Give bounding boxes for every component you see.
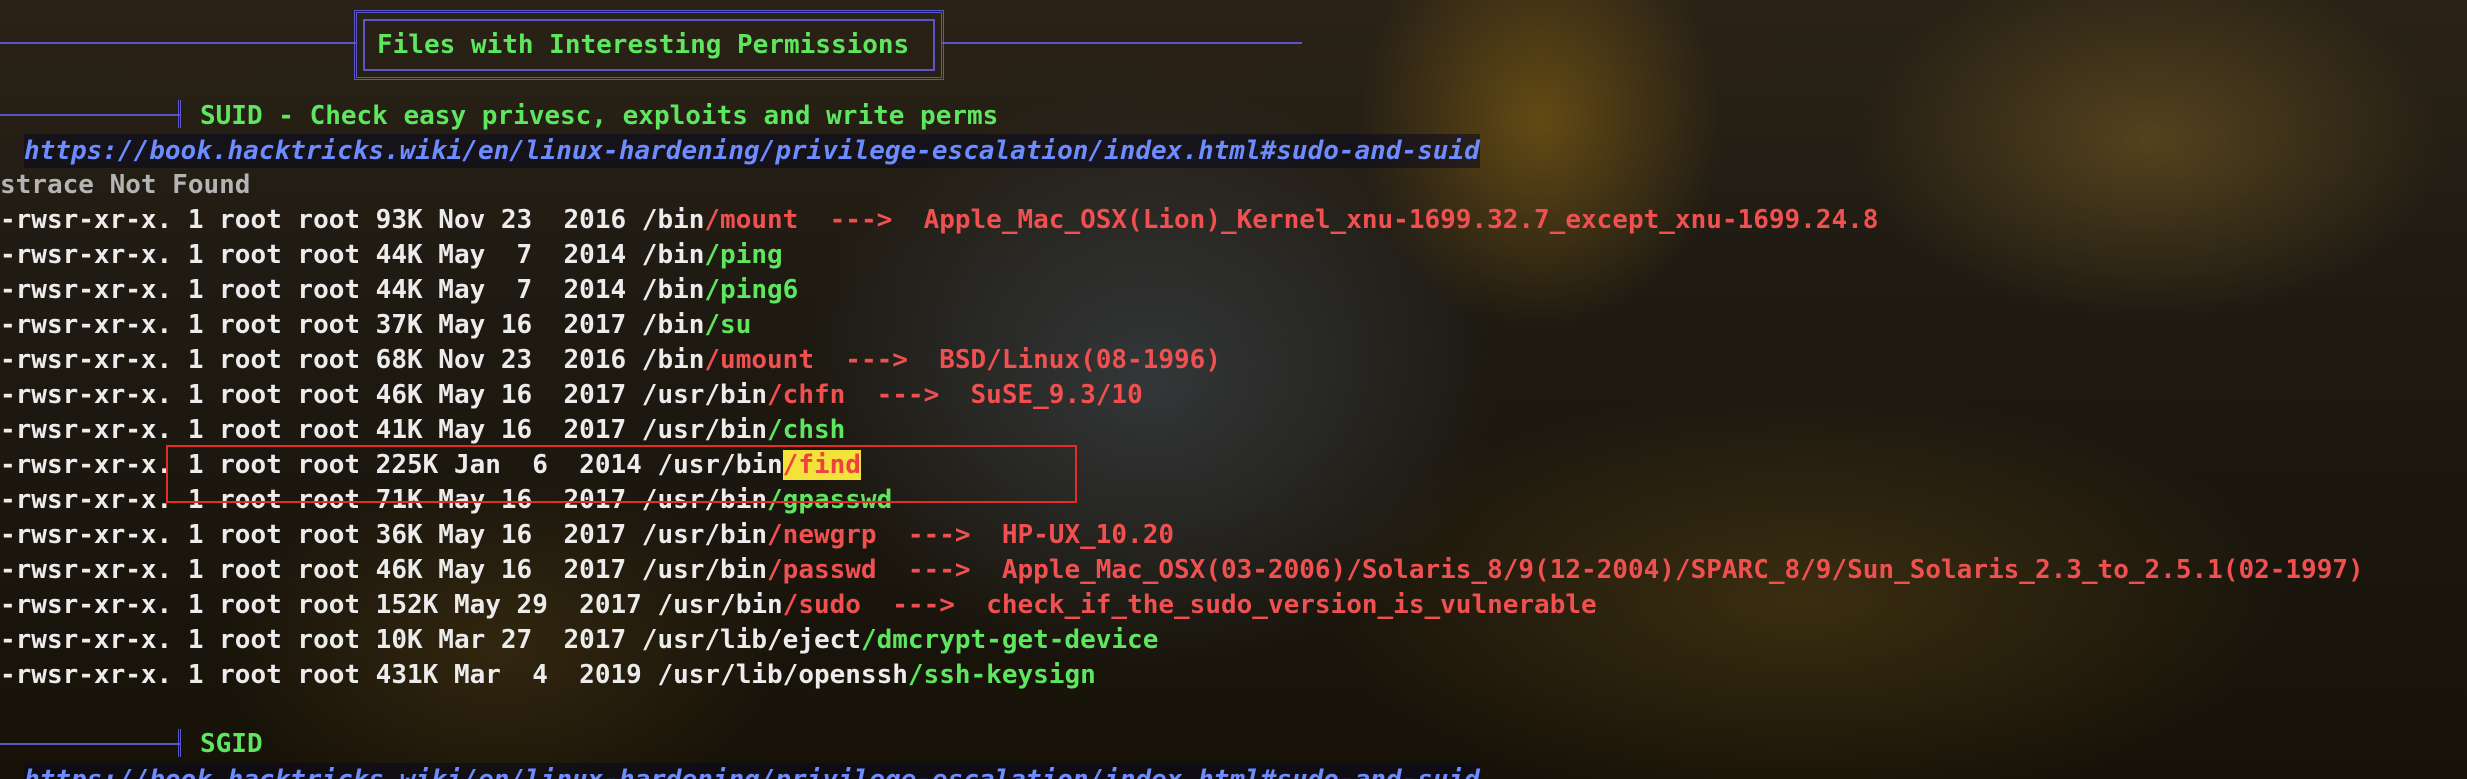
exploit-note: check_if_the_sudo_version_is_vulnerable	[986, 590, 1597, 620]
file-metadata: -rwsr-xr-x. 1 root root 37K May 16 2017 …	[0, 310, 705, 340]
exploit-arrow: --->	[798, 205, 924, 235]
file-metadata: -rwsr-xr-x. 1 root root 93K Nov 23 2016 …	[0, 205, 705, 235]
suid-file-row: -rwsr-xr-x. 1 root root 10K Mar 27 2017 …	[0, 623, 1158, 657]
file-name: /newgrp	[767, 520, 877, 550]
exploit-arrow: --->	[876, 520, 1002, 550]
exploit-arrow: --->	[845, 380, 971, 410]
file-metadata: -rwsr-xr-x. 1 root root 152K May 29 2017…	[0, 590, 783, 620]
suid-file-row: -rwsr-xr-x. 1 root root 68K Nov 23 2016 …	[0, 343, 1221, 377]
file-metadata: -rwsr-xr-x. 1 root root 46K May 16 2017 …	[0, 555, 768, 585]
suid-file-row: -rwsr-xr-x. 1 root root 431K Mar 4 2019 …	[0, 658, 1096, 692]
suid-file-row: -rwsr-xr-x. 1 root root 152K May 29 2017…	[0, 588, 1597, 622]
suid-file-row: -rwsr-xr-x. 1 root root 44K May 7 2014 /…	[0, 273, 798, 307]
exploit-arrow: --->	[876, 555, 1002, 585]
file-name: /su	[704, 310, 752, 340]
suid-rule	[0, 114, 180, 116]
strace-status: strace Not Found	[0, 170, 251, 200]
file-name: /umount	[704, 345, 814, 375]
suid-rule-tick	[178, 100, 181, 128]
file-name: /passwd	[767, 555, 877, 585]
file-metadata: -rwsr-xr-x. 1 root root 431K Mar 4 2019 …	[0, 660, 908, 690]
suid-heading: SUID - Check easy privesc, exploits and …	[200, 101, 999, 131]
suid-file-row: -rwsr-xr-x. 1 root root 46K May 16 2017 …	[0, 553, 2364, 587]
sgid-heading: SGID	[200, 729, 263, 759]
exploit-note: BSD/Linux(08-1996)	[939, 345, 1221, 375]
find-highlight-box	[166, 445, 1077, 503]
sgid-rule-tick	[178, 729, 181, 757]
file-name: /dmcrypt-get-device	[860, 625, 1159, 655]
header-rule-right	[942, 42, 1302, 44]
file-name: /chfn	[767, 380, 846, 410]
file-metadata: -rwsr-xr-x. 1 root root 46K May 16 2017 …	[0, 380, 768, 410]
file-name: /ping	[704, 240, 783, 270]
suid-file-row: -rwsr-xr-x. 1 root root 44K May 7 2014 /…	[0, 238, 783, 272]
exploit-arrow: --->	[813, 345, 940, 375]
file-name: /ssh-keysign	[907, 660, 1096, 690]
file-metadata: -rwsr-xr-x. 1 root root 10K Mar 27 2017 …	[0, 625, 861, 655]
sgid-rule	[0, 743, 180, 745]
suid-reference-link[interactable]: https://book.hacktricks.wiki/en/linux-ha…	[24, 134, 1480, 168]
exploit-note: Apple_Mac_OSX(Lion)_Kernel_xnu-1699.32.7…	[923, 205, 1879, 235]
suid-file-row: -rwsr-xr-x. 1 root root 41K May 16 2017 …	[0, 413, 845, 447]
sgid-reference-link[interactable]: https://book.hacktricks.wiki/en/linux-ha…	[24, 763, 1480, 779]
suid-file-row: -rwsr-xr-x. 1 root root 93K Nov 23 2016 …	[0, 203, 1878, 237]
exploit-arrow: --->	[860, 590, 987, 620]
exploit-note: SuSE_9.3/10	[970, 380, 1143, 410]
file-name: /ping6	[704, 275, 799, 305]
section-title: Files with Interesting Permissions	[377, 30, 910, 60]
exploit-note: HP-UX_10.20	[1001, 520, 1175, 550]
file-name: /sudo	[782, 590, 861, 620]
suid-file-row: -rwsr-xr-x. 1 root root 36K May 16 2017 …	[0, 518, 1174, 552]
suid-file-row: -rwsr-xr-x. 1 root root 46K May 16 2017 …	[0, 378, 1143, 412]
file-metadata: -rwsr-xr-x. 1 root root 44K May 7 2014 /…	[0, 240, 705, 270]
header-rule-left	[0, 42, 356, 44]
file-metadata: -rwsr-xr-x. 1 root root 44K May 7 2014 /…	[0, 275, 705, 305]
file-metadata: -rwsr-xr-x. 1 root root 68K Nov 23 2016 …	[0, 345, 705, 375]
terminal-window: Files with Interesting Permissions SUID …	[0, 0, 2467, 779]
exploit-note: Apple_Mac_OSX(03-2006)/Solaris_8/9(12-20…	[1001, 555, 2364, 585]
file-metadata: -rwsr-xr-x. 1 root root 41K May 16 2017 …	[0, 415, 768, 445]
file-metadata: -rwsr-xr-x. 1 root root 36K May 16 2017 …	[0, 520, 768, 550]
file-name: /mount	[704, 205, 799, 235]
file-name: /chsh	[767, 415, 846, 445]
suid-file-row: -rwsr-xr-x. 1 root root 37K May 16 2017 …	[0, 308, 751, 342]
